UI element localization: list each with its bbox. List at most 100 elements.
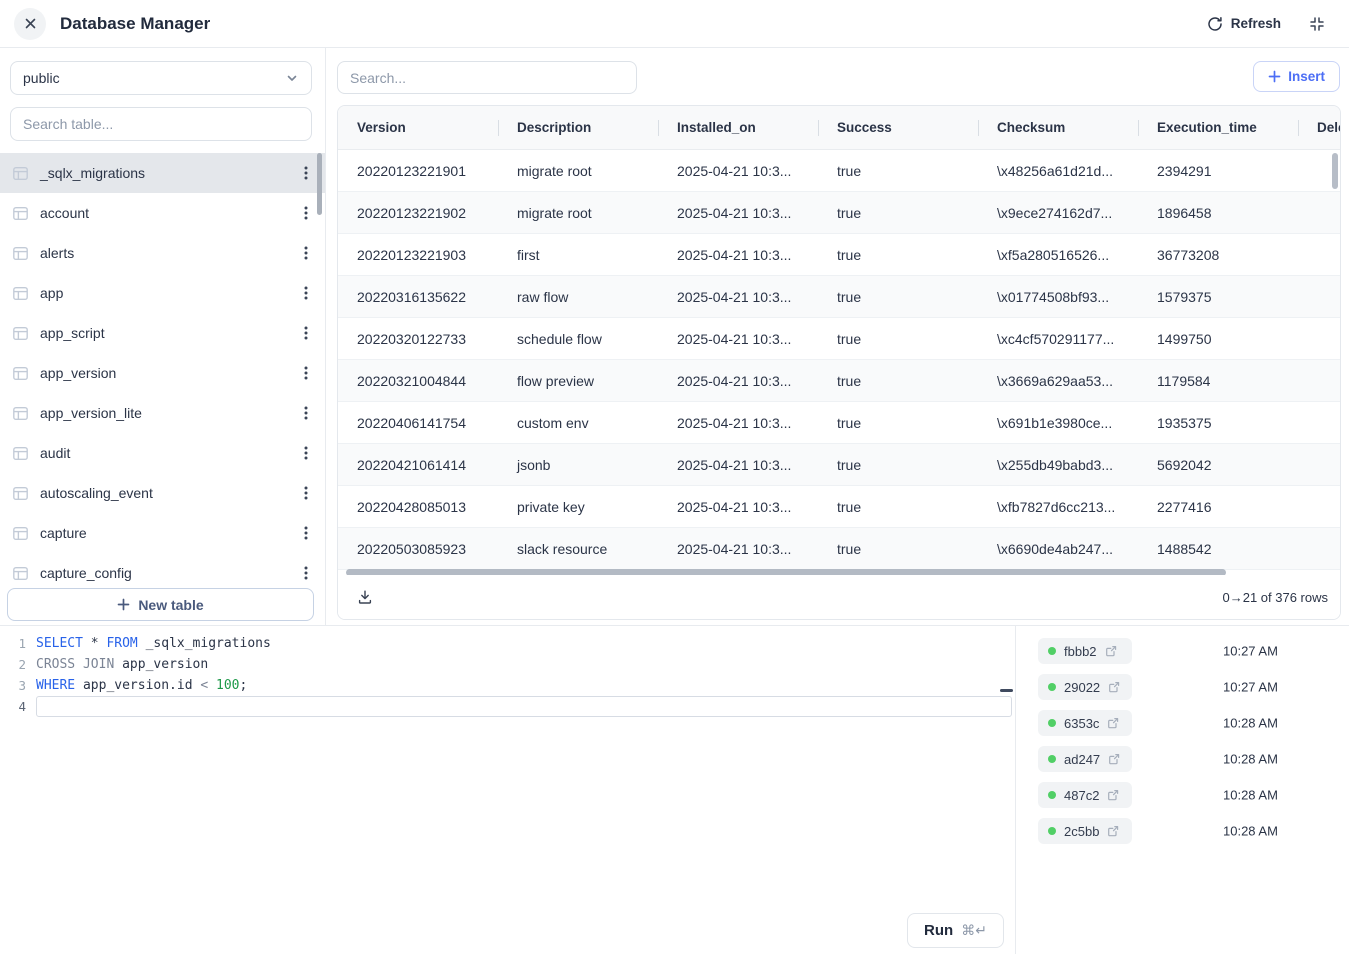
close-icon [23,16,38,31]
external-link-icon [1105,645,1117,657]
editor-scrollbar[interactable] [1000,689,1013,692]
table-cell: first [498,247,658,263]
sidebar-item-capture_config[interactable]: capture_config [0,553,325,581]
grid-footer: 0→21 of 376 rows [338,575,1340,619]
table-name: _sqlx_migrations [40,165,145,181]
column-header-installed_on[interactable]: Installed_on [658,120,818,135]
status-dot-icon [1048,683,1056,691]
table-menu-button[interactable] [297,564,315,581]
code-text: SELECT * FROM _sqlx_migrations [36,633,1012,654]
kebab-icon [304,485,308,501]
query-history-item: 487c210:28 AM [1017,777,1349,813]
column-header-description[interactable]: Description [498,120,658,135]
code-line-2[interactable]: 2CROSS JOIN app_version [0,654,1015,675]
query-timestamp: 10:27 AM [1223,680,1278,695]
table-menu-button[interactable] [297,444,315,462]
table-cell: 2025-04-21 10:3... [658,541,818,557]
download-button[interactable] [353,585,377,609]
table-menu-button[interactable] [297,524,315,542]
table-row[interactable]: 20220428085013private key2025-04-21 10:3… [338,486,1340,528]
table-menu-button[interactable] [297,484,315,502]
table-cell: true [818,457,978,473]
sidebar-item-app_script[interactable]: app_script [0,313,325,353]
sidebar-item-app[interactable]: app [0,273,325,313]
schema-selector[interactable]: public [10,61,312,95]
insert-button[interactable]: Insert [1253,61,1340,92]
table-row[interactable]: 20220123221901migrate root2025-04-21 10:… [338,150,1340,192]
table-row[interactable]: 20220123221902migrate root2025-04-21 10:… [338,192,1340,234]
column-header-execution_time[interactable]: Execution_time [1138,120,1298,135]
table-row[interactable]: 20220321004844flow preview2025-04-21 10:… [338,360,1340,402]
table-menu-button[interactable] [297,364,315,382]
sidebar-item-alerts[interactable]: alerts [0,233,325,273]
line-number: 2 [10,657,26,672]
table-row[interactable]: 20220421061414jsonb2025-04-21 10:3...tru… [338,444,1340,486]
exit-fullscreen-button[interactable] [1309,16,1325,32]
table-cell: 20220503085923 [338,541,498,557]
table-icon [12,525,29,542]
table-cell: 2025-04-21 10:3... [658,415,818,431]
database-manager-window: Database Manager Refresh [0,0,1349,954]
table-cell: \xfb7827d6cc213... [978,499,1138,515]
table-menu-button[interactable] [297,244,315,262]
sidebar-scrollbar[interactable] [317,153,322,215]
table-name: app_version [40,365,116,381]
table-icon [12,325,29,342]
sidebar-item-capture[interactable]: capture [0,513,325,553]
code-line-3[interactable]: 3WHERE app_version.id < 100; [0,675,1015,696]
sidebar-item-account[interactable]: account [0,193,325,233]
table-icon [12,245,29,262]
table-cell: \x691b1e3980ce... [978,415,1138,431]
query-history-item: 2c5bb10:28 AM [1017,813,1349,849]
grid-vertical-scrollbar[interactable] [1332,153,1338,189]
code-line-4[interactable]: 4 [0,696,1015,717]
table-cell: true [818,247,978,263]
query-result-pill[interactable]: 2c5bb [1038,818,1132,844]
table-menu-button[interactable] [297,204,315,222]
table-cell: 5692042 [1138,457,1298,473]
run-button[interactable]: Run ⌘↵ [907,913,1004,948]
table-menu-button[interactable] [297,404,315,422]
sql-editor[interactable]: 1SELECT * FROM _sqlx_migrations2CROSS JO… [0,626,1016,954]
sidebar-item-app_version[interactable]: app_version [0,353,325,393]
column-header-deleted[interactable]: Deleted [1298,120,1340,135]
table-row[interactable]: 20220406141754custom env2025-04-21 10:3.… [338,402,1340,444]
table-cell: 20220321004844 [338,373,498,389]
table-search-input[interactable] [10,107,312,141]
table-menu-button[interactable] [297,324,315,342]
table-name: account [40,205,89,221]
refresh-button[interactable]: Refresh [1207,16,1281,32]
table-menu-button[interactable] [297,284,315,302]
table-cell: \xf5a280516526... [978,247,1138,263]
query-result-pill[interactable]: 6353c [1038,710,1132,736]
chevron-down-icon [285,71,299,85]
sidebar-item-audit[interactable]: audit [0,433,325,473]
table-menu-button[interactable] [297,164,315,182]
table-cell: 20220421061414 [338,457,498,473]
query-result-pill[interactable]: 29022 [1038,674,1132,700]
table-cell: 20220123221901 [338,163,498,179]
column-header-success[interactable]: Success [818,120,978,135]
table-row[interactable]: 20220123221903first2025-04-21 10:3...tru… [338,234,1340,276]
table-cell: custom env [498,415,658,431]
sidebar-item-_sqlx_migrations[interactable]: _sqlx_migrations [0,153,325,193]
code-line-1[interactable]: 1SELECT * FROM _sqlx_migrations [0,633,1015,654]
table-cell: 20220123221903 [338,247,498,263]
top-section: public _sqlx_migrationsaccountalertsappa… [0,48,1349,625]
column-header-version[interactable]: Version [338,120,498,135]
column-header-checksum[interactable]: Checksum [978,120,1138,135]
grid-search-input[interactable] [337,61,637,94]
sidebar-item-autoscaling_event[interactable]: autoscaling_event [0,473,325,513]
query-result-pill[interactable]: 487c2 [1038,782,1132,808]
table-row[interactable]: 20220316135622raw flow2025-04-21 10:3...… [338,276,1340,318]
external-link-icon [1107,825,1119,837]
query-result-pill[interactable]: fbbb2 [1038,638,1132,664]
table-icon [12,565,29,582]
table-row[interactable]: 20220320122733schedule flow2025-04-21 10… [338,318,1340,360]
query-result-pill[interactable]: ad247 [1038,746,1132,772]
close-button[interactable] [14,8,46,40]
table-row[interactable]: 20220503085923slack resource2025-04-21 1… [338,528,1340,570]
new-table-button[interactable]: New table [7,588,314,621]
table-cell: 20220320122733 [338,331,498,347]
sidebar-item-app_version_lite[interactable]: app_version_lite [0,393,325,433]
